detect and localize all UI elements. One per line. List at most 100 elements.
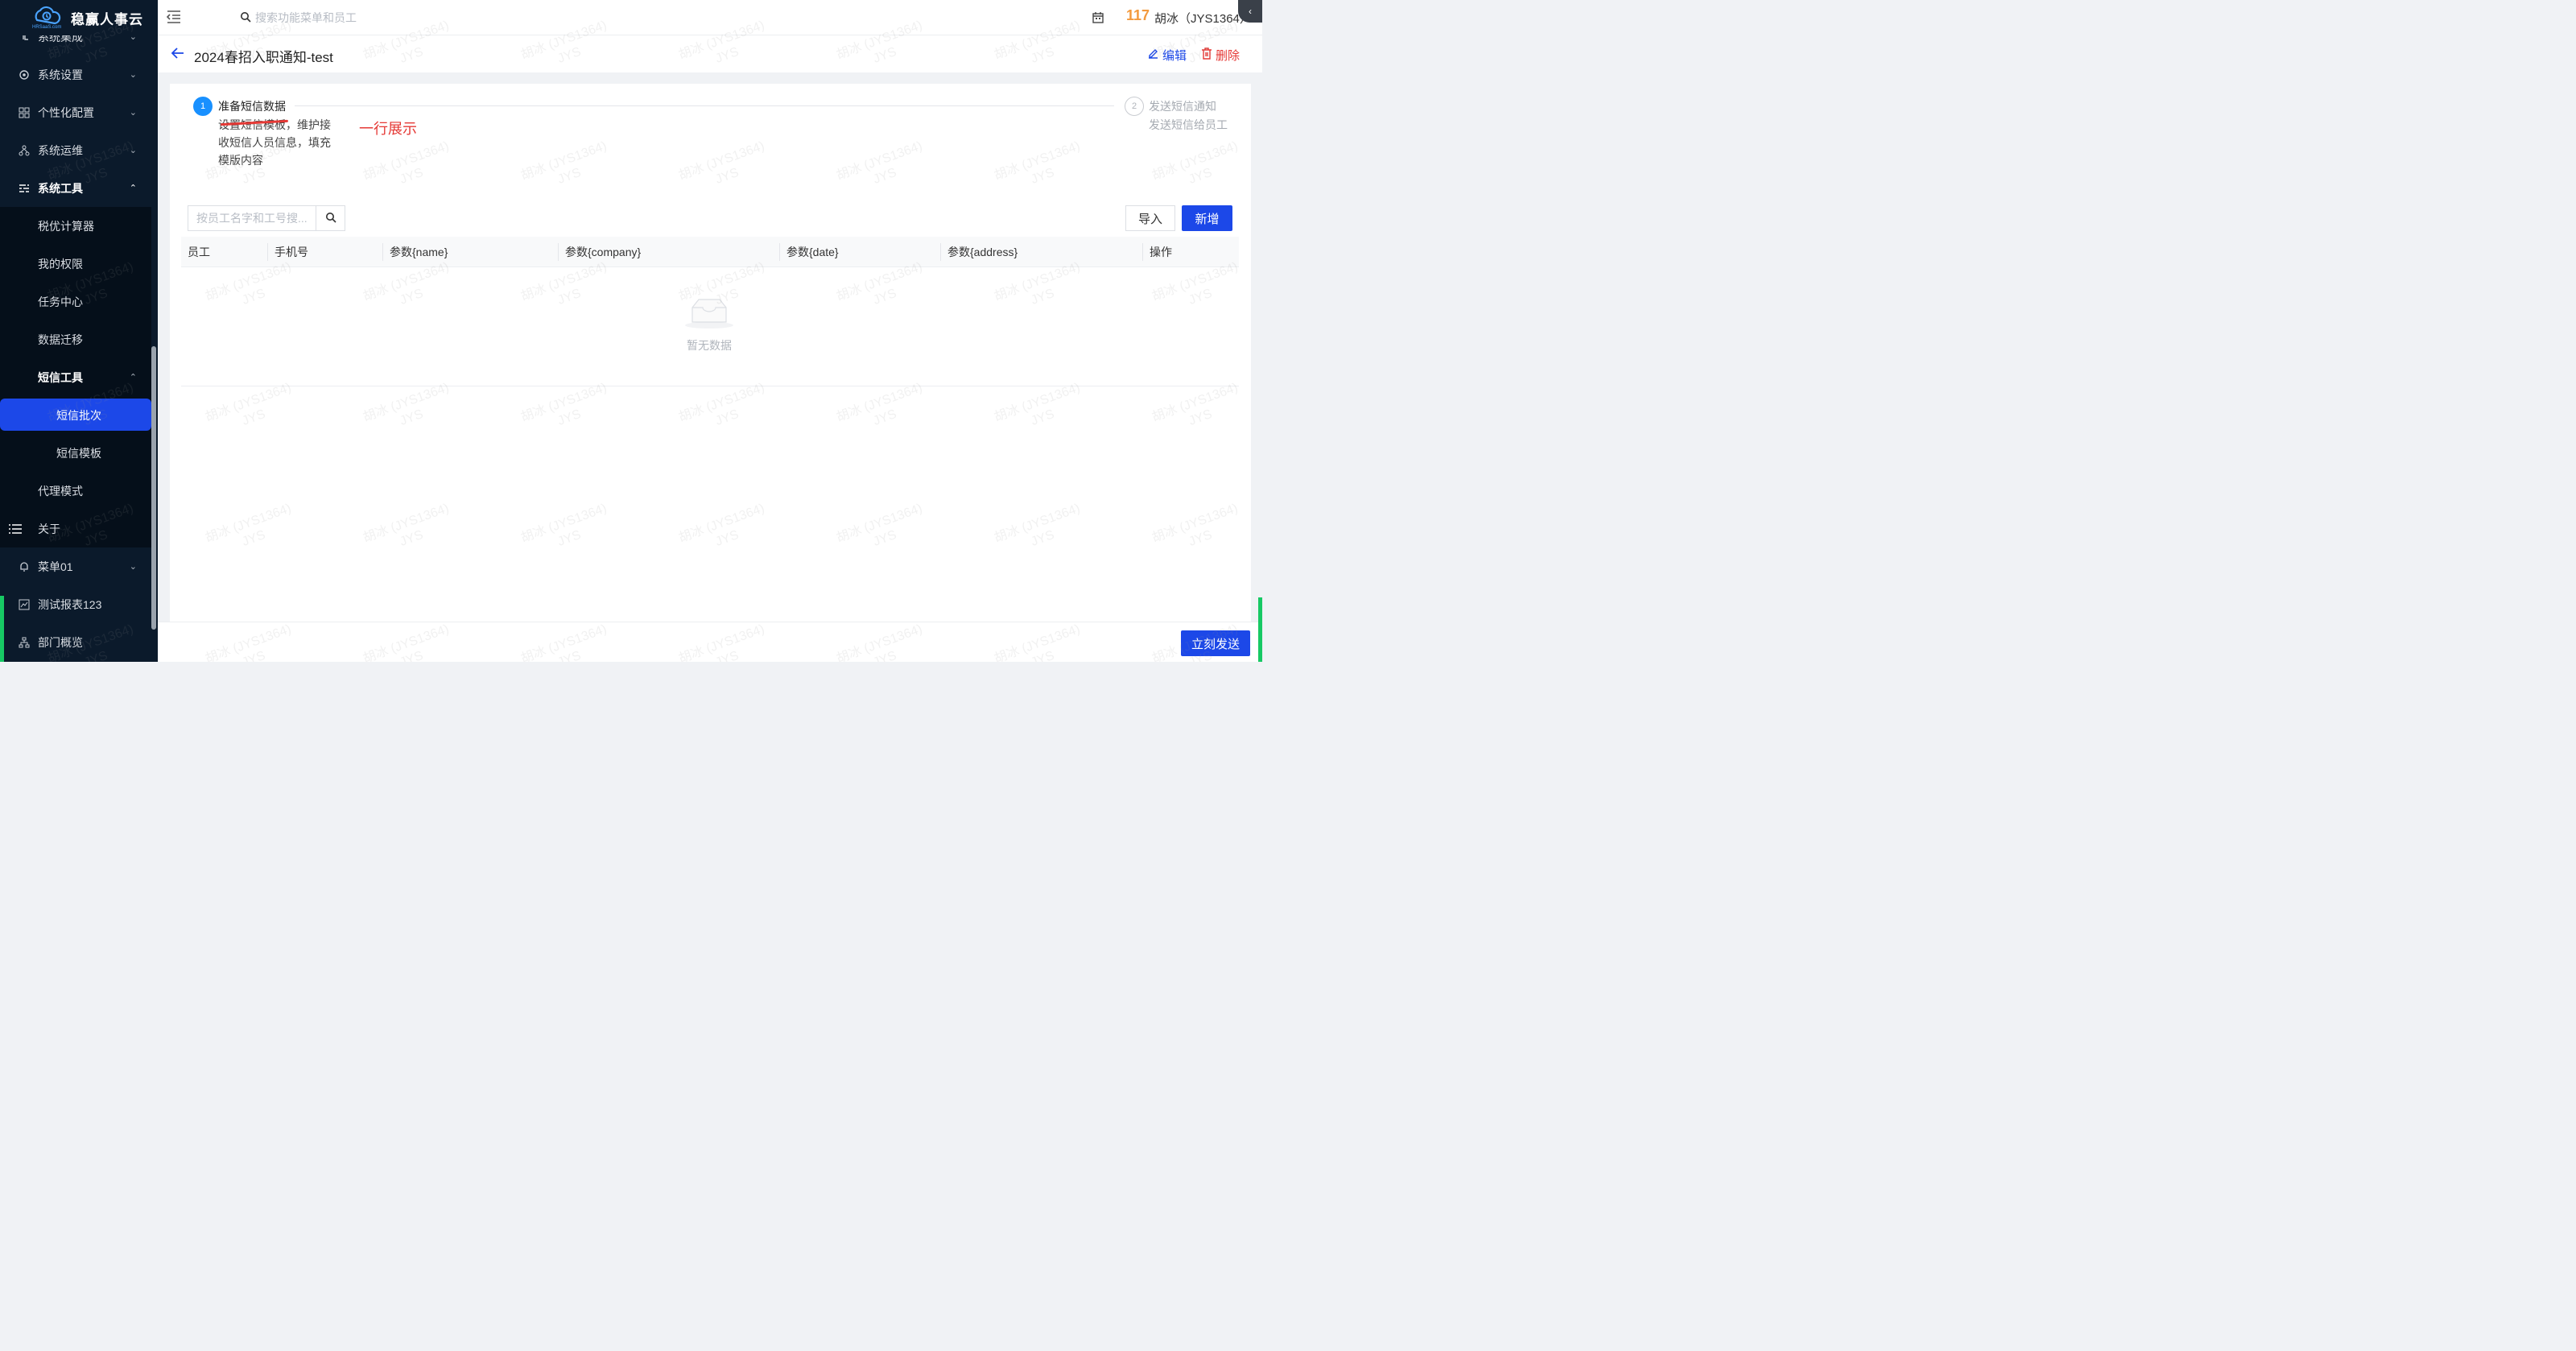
- footer-bar: 立刻发送: [158, 622, 1262, 662]
- chevron-down-icon: ⌄: [129, 70, 137, 80]
- app-logo[interactable]: HRSaaS.com 稳赢人事云: [0, 0, 151, 35]
- delete-button-label: 删除: [1216, 49, 1241, 63]
- logo-icon: HRSaaS.com: [32, 6, 61, 30]
- chevron-up-icon: ⌃: [129, 373, 137, 382]
- page-header: 2024春招入职通知-test 编辑 删除: [158, 35, 1262, 72]
- grid-icon: [19, 107, 30, 118]
- delete-button[interactable]: 删除: [1201, 47, 1240, 64]
- trash-icon: [1201, 48, 1212, 63]
- edit-icon: [1147, 48, 1159, 63]
- sidebar-item-test-report[interactable]: 测试报表123: [0, 585, 151, 623]
- step-2-indicator: 2: [1125, 97, 1144, 116]
- sidebar-item-label: 短信工具: [38, 370, 83, 384]
- back-arrow-icon[interactable]: [171, 47, 185, 64]
- top-header: 搜索功能菜单和员工 117 胡冰（JYS1364） ‹: [158, 0, 1262, 35]
- column-header: 操作: [1150, 246, 1172, 258]
- column-divider: [940, 243, 941, 261]
- annotation-note: 一行展示: [359, 121, 417, 137]
- main-card: 1 准备短信数据 设置短信模板，维护接收短信人员信息，填充模版内容 一行展示 2…: [170, 84, 1251, 622]
- page-title: 2024春招入职通知-test: [194, 50, 333, 65]
- logo-subtext: HRSaaS.com: [32, 25, 62, 30]
- employee-search-input[interactable]: 按员工名字和工号搜...: [188, 206, 316, 230]
- global-search-placeholder: 搜索功能菜单和员工: [255, 11, 357, 24]
- sidebar-item-label: 数据迁移: [38, 333, 83, 346]
- column-divider: [779, 243, 780, 261]
- sidebar-item-my-permissions[interactable]: 我的权限: [0, 245, 151, 283]
- sidebar-item-sms-tools[interactable]: 短信工具 ⌃: [0, 358, 151, 396]
- column-divider: [382, 243, 383, 261]
- step-2-description: 发送短信给员工: [1149, 118, 1228, 131]
- sidebar: HRSaaS.com 稳赢人事云 系统集成 ⌄ 系统设置 ⌄ 个性化配置 ⌄ 系…: [0, 0, 158, 662]
- import-button[interactable]: 导入: [1125, 205, 1175, 231]
- empty-inbox-icon: [685, 299, 733, 328]
- sidebar-item-data-migration[interactable]: 数据迁移: [0, 320, 151, 358]
- add-button[interactable]: 新增: [1182, 205, 1232, 231]
- sidebar-item-department-overview[interactable]: 部门概览: [0, 623, 151, 661]
- sidebar-item-label: 系统工具: [38, 181, 83, 195]
- points-counter[interactable]: 117: [1126, 7, 1150, 24]
- green-edge-bar-right: [1258, 597, 1262, 662]
- column-header: 参数{address}: [947, 246, 1018, 258]
- global-search[interactable]: 搜索功能菜单和员工: [240, 10, 357, 26]
- sidebar-item-label: 系统运维: [38, 143, 83, 157]
- column-header: 员工: [188, 246, 210, 258]
- sidebar-item-label: 任务中心: [38, 295, 83, 308]
- column-divider: [558, 243, 559, 261]
- user-menu[interactable]: 胡冰（JYS1364）: [1154, 10, 1252, 27]
- column-header: 参数{date}: [786, 246, 839, 258]
- sidebar-item-label: 短信批次: [56, 408, 101, 422]
- empty-state: 暂无数据: [674, 295, 745, 353]
- app-name: 稳赢人事云: [71, 11, 143, 27]
- column-header: 参数{name}: [390, 246, 448, 258]
- sidebar-item-proxy-mode[interactable]: 代理模式: [0, 472, 151, 510]
- ops-icon: [19, 145, 30, 156]
- green-edge-bar: [0, 596, 4, 662]
- employee-search-field[interactable]: 按员工名字和工号搜...: [188, 205, 345, 231]
- step-1-indicator: 1: [193, 97, 213, 116]
- sidebar-item-sms-batches[interactable]: 短信批次: [0, 396, 151, 434]
- points-counter-value: 117: [1126, 7, 1150, 23]
- sidebar-item-label: 菜单01: [38, 560, 73, 573]
- sidebar-item-sms-templates[interactable]: 短信模板: [0, 434, 151, 472]
- calendar-icon[interactable]: [1092, 11, 1104, 24]
- search-icon: [240, 11, 251, 25]
- step-1-title: 准备短信数据: [218, 100, 286, 113]
- sidebar-item-task-center[interactable]: 任务中心: [0, 283, 151, 320]
- list-icon: [8, 523, 23, 535]
- sidebar-item-system-ops[interactable]: 系统运维 ⌄: [0, 131, 151, 169]
- chevron-down-icon: ⌄: [129, 146, 137, 155]
- column-divider: [1142, 243, 1143, 261]
- sidebar-item-menu01[interactable]: 菜单01 ⌄: [0, 547, 151, 585]
- chevron-up-icon: ⌃: [129, 184, 137, 193]
- step-2-title: 发送短信通知: [1149, 100, 1216, 113]
- sidebar-item-label: 测试报表123: [38, 597, 102, 611]
- sidebar-item-personalization[interactable]: 个性化配置 ⌄: [0, 93, 151, 131]
- column-header: 手机号: [275, 246, 308, 258]
- menu-collapse-icon[interactable]: [166, 10, 182, 24]
- search-button[interactable]: [316, 206, 345, 230]
- step-connector: [295, 105, 1114, 106]
- send-now-button[interactable]: 立刻发送: [1181, 630, 1250, 656]
- sidebar-scrollbar[interactable]: [151, 346, 156, 630]
- column-header: 参数{company}: [565, 246, 642, 258]
- sidebar-item-label: 部门概览: [38, 635, 83, 649]
- sidebar-item-about[interactable]: 关于: [0, 510, 151, 547]
- chevron-down-icon: ⌄: [129, 108, 137, 118]
- sidebar-item-system-tools[interactable]: 系统工具 ⌃: [0, 169, 151, 207]
- side-collapse-tab[interactable]: ‹: [1238, 0, 1262, 23]
- tools-icon: [19, 183, 30, 194]
- sidebar-item-label: 税优计算器: [38, 219, 94, 233]
- edit-button[interactable]: 编辑: [1147, 47, 1187, 64]
- sidebar-menu: 系统集成 ⌄ 系统设置 ⌄ 个性化配置 ⌄ 系统运维 ⌄ 系统工具 ⌃ 税优计算…: [0, 18, 151, 661]
- sidebar-item-label: 关于: [38, 522, 60, 535]
- chart-icon: [19, 599, 30, 610]
- column-divider: [267, 243, 268, 261]
- sidebar-item-label: 代理模式: [38, 484, 83, 498]
- table-header: 员工 手机号 参数{name} 参数{company} 参数{date} 参数{…: [181, 237, 1239, 267]
- settings-icon: [19, 69, 30, 81]
- sidebar-item-system-settings[interactable]: 系统设置 ⌄: [0, 56, 151, 93]
- sidebar-item-label: 系统设置: [38, 68, 83, 81]
- org-icon: [19, 637, 30, 648]
- sidebar-item-tax-calculator[interactable]: 税优计算器: [0, 207, 151, 245]
- bell-icon: [19, 561, 30, 572]
